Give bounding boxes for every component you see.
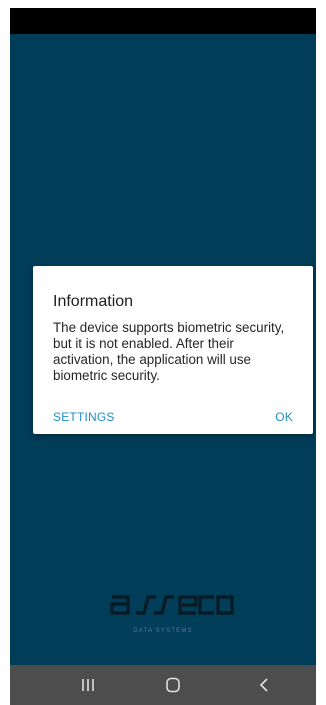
navigation-bar — [10, 665, 316, 705]
recent-apps-icon — [82, 679, 94, 691]
information-dialog: Information The device supports biometri… — [33, 266, 313, 434]
home-icon — [166, 677, 180, 693]
recent-apps-button[interactable] — [68, 673, 108, 697]
dialog-title: Information — [53, 293, 134, 310]
dialog-message: The device supports biometric security, … — [53, 320, 285, 383]
home-button[interactable] — [153, 673, 193, 697]
asseco-logo — [110, 595, 234, 615]
ok-button[interactable]: OK — [275, 410, 293, 424]
settings-button[interactable]: SETTINGS — [53, 410, 115, 424]
back-icon — [259, 678, 268, 692]
status-bar — [10, 8, 316, 34]
brand-logo-block: DATA SYSTEMS — [10, 591, 316, 641]
brand-subtitle: DATA SYSTEMS — [133, 628, 193, 634]
back-button[interactable] — [244, 673, 284, 697]
phone-screen: Information The device supports biometri… — [10, 8, 316, 705]
